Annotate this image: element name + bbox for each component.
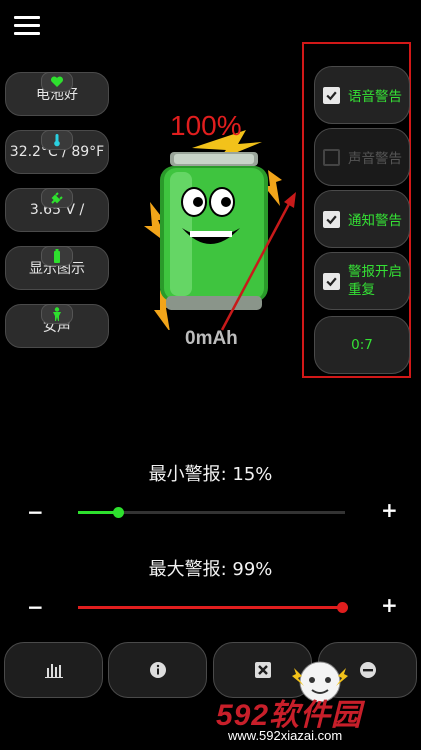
info-icon [149, 662, 166, 678]
battery-mascot-icon [144, 130, 282, 330]
voice-card[interactable]: 女声 [5, 304, 109, 348]
battery-percent: 100% [170, 110, 242, 141]
checkbox-checked-icon[interactable] [323, 210, 340, 228]
sound-alert-toggle[interactable]: 声音警告 [314, 128, 410, 186]
repeat-alert-toggle[interactable]: 警报开启重复 [314, 252, 410, 310]
notification-alert-toggle[interactable]: 通知警告 [314, 190, 410, 248]
min-alert-slider[interactable] [78, 507, 345, 518]
notification-alert-label: 通知警告 [348, 213, 402, 229]
max-alert-slider[interactable] [78, 602, 349, 613]
bar-chart-icon [44, 664, 63, 678]
max-alert-slider-block: 最大警报: 99% − + [0, 555, 421, 623]
min-slider-fill [78, 511, 119, 514]
battery-small-icon [41, 246, 73, 266]
hamburger-menu-icon[interactable] [14, 16, 40, 36]
alert-options-panel: 语音警告 声音警告 通知警告 警报开启重复 0:7 [302, 42, 411, 378]
temperature-card[interactable]: 32.2°C / 89°F [5, 130, 109, 174]
voice-alert-label: 语音警告 [348, 89, 402, 105]
close-box-icon [254, 662, 271, 678]
checkbox-unchecked-icon[interactable] [323, 148, 340, 166]
time-button[interactable]: 0:7 [314, 316, 410, 374]
site-watermark: 592软件园 www.592xiazai.com [210, 661, 421, 750]
plug-icon [41, 188, 73, 208]
battery-graphic: 100% 0mAh [130, 110, 290, 360]
checkbox-checked-icon[interactable] [323, 86, 340, 104]
min-slider-thumb[interactable] [113, 507, 125, 518]
minus-circle-icon [359, 662, 376, 678]
battery-health-card[interactable]: 电池好 [5, 72, 109, 116]
sound-alert-label: 声音警告 [348, 151, 402, 167]
max-slider-thumb[interactable] [337, 602, 349, 613]
stats-button[interactable] [4, 642, 103, 698]
left-info-column: 电池好 32.2°C / 89°F 3.65 V / 显示图示 女声 [5, 60, 109, 362]
max-alert-label: 最大警报: 99% [148, 559, 273, 580]
min-decrease-button[interactable]: − [27, 500, 44, 524]
voice-alert-toggle[interactable]: 语音警告 [314, 66, 410, 124]
max-decrease-button[interactable]: − [27, 595, 44, 619]
watermark-url: www.592xiazai.com [228, 728, 343, 743]
voltage-card[interactable]: 3.65 V / [5, 188, 109, 232]
heart-icon [41, 72, 73, 92]
max-slider-fill [78, 606, 343, 609]
person-icon [41, 304, 73, 324]
checkbox-checked-icon[interactable] [323, 272, 340, 290]
info-button[interactable] [108, 642, 207, 698]
max-increase-button[interactable]: + [381, 593, 398, 617]
min-increase-button[interactable]: + [381, 498, 398, 522]
min-alert-label: 最小警报: 15% [148, 464, 273, 485]
min-alert-slider-block: 最小警报: 15% − + [0, 460, 421, 528]
thermometer-icon [41, 130, 73, 150]
battery-capacity: 0mAh [185, 328, 238, 349]
display-icon-card[interactable]: 显示图示 [5, 246, 109, 290]
time-button-label: 0:7 [351, 337, 373, 353]
repeat-alert-label: 警报开启重复 [348, 263, 402, 298]
